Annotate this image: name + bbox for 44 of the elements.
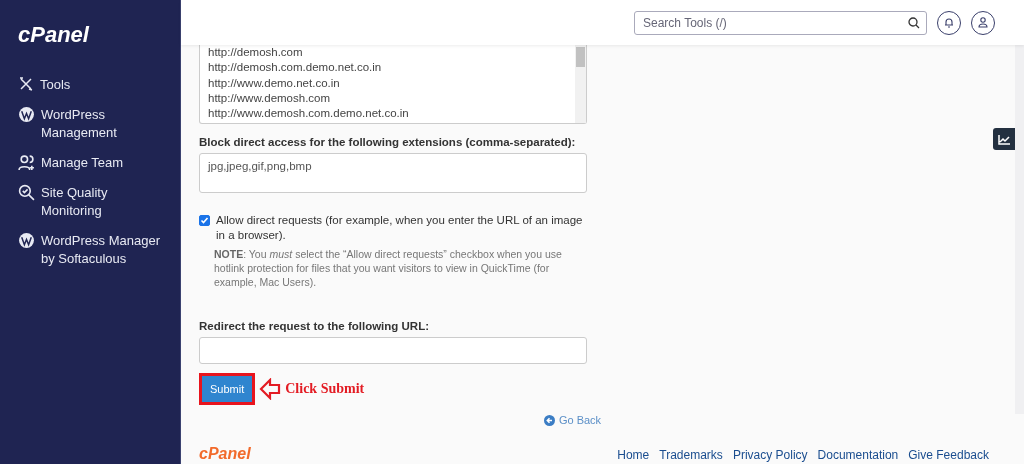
- redirect-label: Redirect the request to the following URL:: [199, 319, 430, 332]
- checkbox-label: Allow direct requests (for example, when you enter the URL of an image in a browser).: [216, 213, 584, 243]
- wordpress-icon: [18, 232, 35, 249]
- notifications-button[interactable]: [937, 10, 961, 35]
- sidebar-item[interactable]: Manage Team: [18, 154, 180, 172]
- sidebar-item[interactable]: WordPress Management: [18, 106, 180, 142]
- chart-icon: [997, 133, 1011, 145]
- redirect-url-field[interactable]: [199, 336, 587, 364]
- referrer-url: http://www.demosh.com.demo.net.co.in: [208, 106, 410, 122]
- sidebar-item[interactable]: WordPress Manager by Softaculous: [18, 232, 180, 268]
- wordpress-icon: [18, 106, 35, 123]
- cpanel-logo[interactable]: cPanel: [18, 22, 89, 48]
- magnifier-check-icon: [18, 184, 35, 201]
- referrer-url: http://www.demosh.com: [208, 90, 332, 106]
- footer-link[interactable]: Give Feedback: [908, 448, 989, 462]
- extensions-field[interactable]: jpg,jpeg,gif,png,bmp: [199, 153, 587, 193]
- team-icon: [18, 154, 35, 171]
- search-box[interactable]: Search Tools (/): [634, 10, 927, 35]
- bell-icon: [944, 17, 954, 28]
- referrer-list-field[interactable]: http://demosh.com http://demosh.com.demo.net.co.in http://www.demo.net.co.in http://www.demosh.com http://www.demosh.com.demo.net.co.in: [199, 45, 587, 124]
- referrer-url: http://www.demo.net.co.in: [208, 75, 341, 91]
- checkbox[interactable]: [199, 215, 210, 226]
- chart-button[interactable]: [993, 128, 1015, 150]
- referrer-url: http://demosh.com: [208, 45, 304, 60]
- footer-link[interactable]: Privacy Policy: [732, 448, 808, 462]
- footer-link[interactable]: Documentation: [817, 448, 899, 462]
- sidebar-item[interactable]: Site Quality Monitoring: [18, 184, 180, 220]
- cpanel-logo: cPanel: [199, 446, 251, 462]
- user-button[interactable]: [971, 10, 995, 35]
- footer-link[interactable]: Home: [617, 448, 650, 462]
- footer-link[interactable]: Trademarks: [659, 448, 723, 462]
- arrow-left-icon: [259, 377, 282, 400]
- note-text: NOTE: You must select the “Allow direct requests” checkbox when you use hotlink protection for files that you want visitors to view in QuickTime (for example, Mac Users).: [214, 247, 563, 290]
- referrer-url: http://demosh.com.demo.net.co.in: [208, 60, 383, 76]
- search-icon: [908, 16, 920, 29]
- scrollbar[interactable]: [575, 45, 586, 123]
- checkmark-icon: [200, 216, 209, 225]
- user-icon: [978, 17, 988, 28]
- back-arrow-icon: [543, 414, 555, 426]
- annotation-text: Click Submit: [285, 380, 365, 397]
- extensions-label: Block direct access for the following extensions (comma-separated):: [199, 136, 577, 148]
- submit-button[interactable]: Submit: [202, 375, 253, 402]
- tools-icon: [18, 76, 34, 92]
- sidebar-item[interactable]: Tools: [18, 76, 180, 94]
